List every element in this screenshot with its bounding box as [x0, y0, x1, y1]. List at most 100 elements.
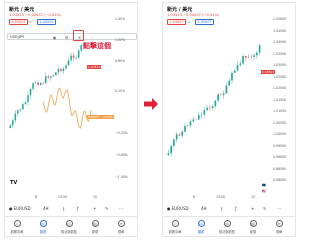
interval-button[interactable]: 4H	[43, 206, 49, 211]
annotation-text: 點擊這個	[83, 42, 111, 50]
candle-body	[77, 50, 80, 58]
tab-news[interactable]: ▤ 新聞	[85, 220, 105, 234]
tradingview-logo: TV	[10, 180, 18, 186]
candle-body	[197, 115, 200, 120]
candle-body	[206, 107, 208, 111]
y-tick: 1.00500	[273, 120, 287, 125]
y-tick: 1.01000	[273, 109, 287, 113]
y-tick: 1.02000	[273, 86, 287, 90]
y-tick: 0.98000	[273, 178, 287, 182]
symbol-button[interactable]: ● EURUSD	[167, 206, 189, 211]
candle-body	[17, 110, 19, 114]
y-tick: 0.99500	[273, 143, 287, 148]
candle-body	[9, 125, 12, 128]
candle-type-icon[interactable]: ⫾	[221, 206, 222, 211]
x-tick: 13:00	[216, 195, 226, 199]
tab-watchlist[interactable]: ☆ 觀察清單	[165, 220, 185, 234]
candle-body	[247, 56, 250, 58]
interval-button[interactable]: 4H	[201, 206, 207, 211]
candle-body	[29, 88, 32, 96]
candle-body	[195, 119, 197, 121]
candle-body	[60, 68, 62, 72]
tab-news[interactable]: ▤ 新聞	[243, 220, 263, 234]
candle-body	[42, 82, 44, 84]
candle-body	[22, 104, 24, 110]
candle-body	[19, 109, 22, 111]
sell-price-box[interactable]: 1.03507	[9, 19, 29, 25]
candle-body	[170, 145, 172, 154]
candle-body	[192, 119, 195, 122]
x-tick: 15	[93, 195, 98, 199]
add-icon[interactable]: +	[251, 206, 254, 211]
y-tick: 0.20%	[115, 89, 126, 93]
candle-body	[231, 72, 233, 81]
tab-ideas[interactable]: ◎ 想法與觀點	[217, 220, 237, 234]
chart-icon: ▭	[197, 220, 205, 227]
chart-toolbar: ● EURUSD 4H ⫾ ƒ + ✎ ⋯	[5, 205, 137, 214]
y-tick: 1.00%	[115, 38, 126, 42]
candle-body	[80, 45, 82, 51]
candle-body	[242, 55, 244, 64]
tab-menu[interactable]: ≡ 選單	[269, 220, 289, 234]
y-tick: 1.40%	[115, 17, 126, 21]
arrow-right-icon	[144, 98, 158, 110]
bottom-tab-bar: ☆ 觀察清單 ▭ 圖表 ◎ 想法與觀點 ▤ 新聞 ≡ 選單	[163, 216, 295, 236]
candle-body	[47, 76, 50, 78]
candle-body	[200, 114, 203, 116]
quote-line: 1.03513 −0.00437 (−0.41%)	[9, 13, 62, 17]
candle-body	[57, 68, 60, 73]
tab-ideas[interactable]: ◎ 想法與觀點	[59, 220, 79, 234]
compare-tag: USD/JPY −0.96%	[87, 115, 114, 119]
candle-body	[225, 85, 228, 94]
symbol-button[interactable]: ● EURUSD	[9, 206, 31, 211]
price-tag: 1.03513	[87, 65, 102, 69]
candle-body	[209, 107, 211, 109]
candle-body	[70, 55, 72, 61]
candle-body	[50, 76, 52, 78]
candle-body	[181, 131, 184, 136]
symbol-title: 新元 / 美元	[167, 7, 193, 13]
settings-icon[interactable]: ⚙	[64, 35, 69, 40]
candle-body	[65, 65, 67, 69]
star-icon: ☆	[13, 220, 21, 227]
candle-body	[220, 94, 222, 96]
candle-body	[32, 83, 34, 89]
draw-icon[interactable]: ✎	[105, 206, 108, 211]
add-icon[interactable]: +	[93, 206, 96, 211]
candle-body	[184, 125, 186, 132]
right-screenshot: 新元 / 美元 1.03513 −0.00437 (−0.41%) 1.0350…	[162, 2, 296, 237]
candle-type-icon[interactable]: ⫾	[63, 206, 64, 211]
tab-menu[interactable]: ≡ 選單	[111, 220, 131, 234]
tab-chart[interactable]: ▭ 圖表	[191, 220, 211, 234]
left-screenshot: 新元 / 美元 1.03513 −0.00437 (−0.41%) 1.0350…	[4, 2, 138, 237]
x-tick: 13:00	[58, 195, 68, 199]
tab-chart[interactable]: ▭ 圖表	[33, 220, 53, 234]
y-tick: 1.04000	[273, 40, 287, 44]
sell-price-box[interactable]: 1.03507	[167, 19, 187, 25]
more-icon[interactable]: ⋯	[277, 206, 281, 211]
quote-line: 1.03513 −0.00437 (−0.41%)	[167, 13, 220, 17]
indicators-icon[interactable]: ƒ	[77, 206, 78, 211]
y-tick: 1.01500	[273, 97, 287, 102]
candle-body	[24, 102, 27, 105]
candle-body	[233, 70, 236, 73]
more-icon[interactable]: ⋯	[119, 206, 123, 211]
more-icon[interactable]: ⋯	[90, 35, 95, 40]
candle-body	[12, 120, 14, 126]
draw-icon[interactable]: ✎	[263, 206, 266, 211]
y-tick: 1.00000	[273, 132, 287, 136]
y-tick: 0.60%	[115, 59, 126, 63]
eye-icon[interactable]: ◉	[52, 35, 57, 40]
spread-value: 0.0	[27, 20, 32, 24]
candle-body	[250, 56, 253, 58]
indicators-icon[interactable]: ƒ	[235, 206, 236, 211]
candle-body	[214, 100, 217, 107]
tab-watchlist[interactable]: ☆ 觀察清單	[7, 220, 27, 234]
y-tick: −1.00%	[115, 175, 128, 179]
candle-body	[34, 82, 37, 84]
buy-price-box[interactable]: 1.03507	[195, 19, 215, 25]
flag-icon: 🇺🇸	[262, 189, 266, 193]
candle-body	[222, 93, 225, 95]
buy-price-box[interactable]: 1.03507	[37, 19, 57, 25]
candle-body	[244, 55, 247, 58]
